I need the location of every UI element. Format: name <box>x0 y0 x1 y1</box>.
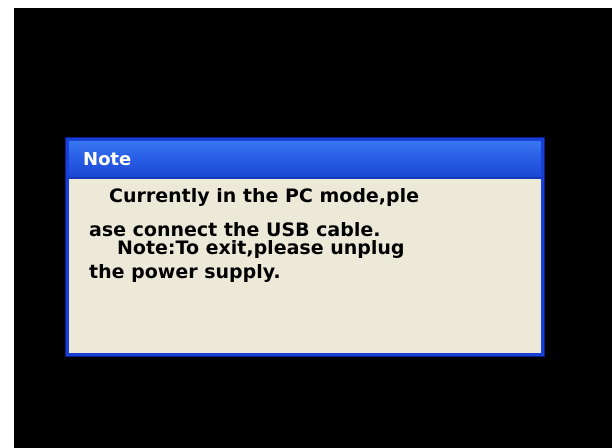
dialog-message: Currently in the PC mode,ple ase connect… <box>69 179 541 283</box>
dialog-title: Note <box>83 148 132 170</box>
dialog-titlebar: Note <box>69 141 541 179</box>
note-dialog: Note Currently in the PC mode,ple ase co… <box>66 138 544 356</box>
message-line-1: Currently in the PC mode,ple <box>109 185 420 207</box>
message-line-4: the power supply. <box>89 261 281 283</box>
message-line-3: Note:To exit,please unplug <box>117 237 405 259</box>
device-screen: Note Currently in the PC mode,ple ase co… <box>14 8 612 448</box>
